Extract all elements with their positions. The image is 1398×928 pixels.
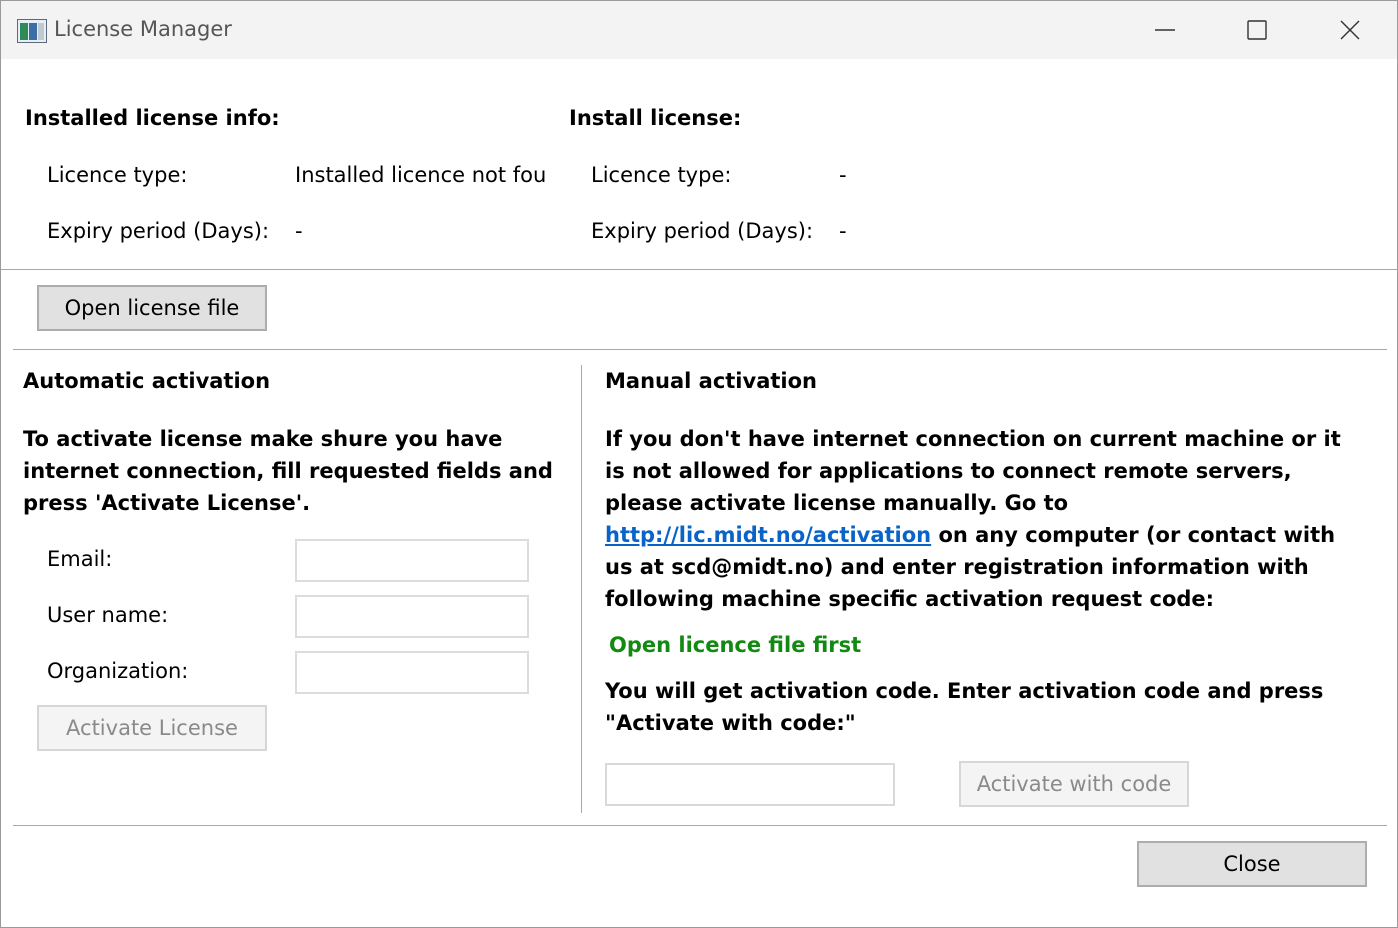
username-field[interactable]	[295, 595, 529, 638]
divider-middle	[13, 349, 1387, 350]
minimize-button[interactable]	[1119, 1, 1211, 59]
organization-field[interactable]	[295, 651, 529, 694]
close-window-button[interactable]	[1304, 1, 1396, 59]
activation-code-instructions: You will get activation code. Enter acti…	[605, 679, 1324, 735]
automatic-activation-heading: Automatic activation	[23, 369, 271, 393]
install-expiry-value: -	[839, 219, 847, 243]
automatic-instructions: To activate license make shure you have …	[23, 427, 553, 515]
installed-type-label: Licence type:	[47, 163, 188, 187]
activate-license-button[interactable]: Activate License	[37, 705, 267, 751]
app-icon	[17, 19, 47, 43]
install-license-heading: Install license:	[569, 106, 742, 130]
installed-type-value: Installed licence not fou	[295, 163, 547, 187]
manual-instructions: If you don't have internet connection on…	[605, 423, 1345, 615]
install-type-label: Licence type:	[591, 163, 732, 187]
manual-activation-heading: Manual activation	[605, 369, 817, 393]
divider-bottom	[13, 825, 1387, 826]
activation-code-input[interactable]	[605, 763, 895, 806]
close-button[interactable]: Close	[1137, 841, 1367, 887]
license-manager-window: License Manager Installed license info: …	[0, 0, 1398, 928]
request-code-status: Open licence file first	[609, 633, 862, 657]
activate-with-code-button[interactable]: Activate with code	[959, 761, 1189, 807]
minimize-icon	[1155, 29, 1175, 31]
title-bar[interactable]: License Manager	[1, 1, 1397, 59]
section-separator	[581, 365, 582, 813]
email-field[interactable]	[295, 539, 529, 582]
install-type-value: -	[839, 163, 847, 187]
install-expiry-label: Expiry period (Days):	[591, 219, 814, 243]
installed-license-heading: Installed license info:	[25, 106, 280, 130]
organization-label: Organization:	[47, 659, 189, 683]
manual-instructions-part1: If you don't have internet connection on…	[605, 427, 1341, 515]
open-license-file-button[interactable]: Open license file	[37, 285, 267, 331]
installed-expiry-value: -	[295, 219, 303, 243]
maximize-icon	[1247, 20, 1267, 40]
close-icon	[1340, 20, 1360, 40]
email-label: Email:	[47, 547, 113, 571]
divider-top	[1, 269, 1397, 270]
username-label: User name:	[47, 603, 169, 627]
installed-expiry-label: Expiry period (Days):	[47, 219, 270, 243]
maximize-button[interactable]	[1211, 1, 1303, 59]
window-title: License Manager	[54, 17, 232, 41]
activation-url-link[interactable]: http://lic.midt.no/activation	[605, 523, 931, 547]
